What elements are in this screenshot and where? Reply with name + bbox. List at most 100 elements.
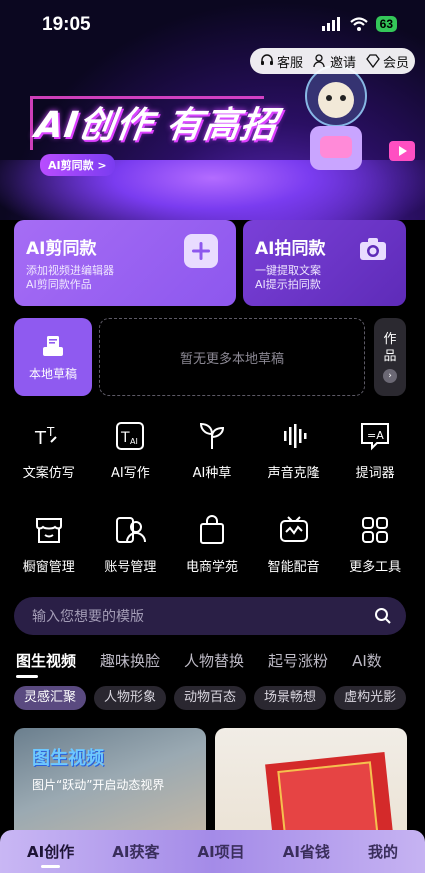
grid-more-icon — [362, 517, 389, 543]
text-rewrite-icon: TT — [34, 425, 57, 449]
works-label: 作品 — [383, 332, 397, 364]
customer-service-label: 客服 — [276, 55, 303, 71]
tab-image-to-video[interactable]: 图生视频 — [16, 650, 76, 671]
ai-writing-icon: T AI — [116, 422, 145, 450]
svg-text:T: T — [34, 428, 47, 449]
invite-button[interactable]: 邀请 — [313, 52, 356, 71]
robot-mascot-illustration — [305, 65, 367, 170]
template-search-input[interactable]: 输入您想要的模版 — [14, 597, 406, 635]
tool-label: 提词器 — [355, 466, 395, 481]
ai-cut-same-title: AI剪同款 — [26, 239, 97, 259]
tool-voice-clone[interactable]: 声音克隆 — [253, 420, 335, 481]
nav-profile[interactable]: 我的 — [368, 841, 398, 862]
draft-inbox-icon — [43, 335, 63, 356]
ai-shoot-same-line1: 一键提取文案 — [255, 264, 321, 277]
works-button[interactable]: 作品 › — [374, 318, 406, 396]
wifi-icon — [349, 17, 368, 31]
tool-grid-row-1: TT 文案仿写 T AI AI写作 AI种草 声音克隆 =A 提词器 — [8, 420, 416, 481]
tool-ecommerce-academy[interactable]: 电商学苑 — [171, 514, 253, 575]
top-action-bar: 客服 邀请 会员 — [249, 48, 415, 74]
tool-label: 账号管理 — [104, 560, 157, 575]
tab-person-replace[interactable]: 人物替换 — [184, 650, 244, 671]
customer-service-button[interactable]: 客服 — [260, 52, 303, 71]
headset-icon — [260, 54, 273, 65]
ai-cut-same-subtitle: 添加视频进编辑器 AI剪同款作品 — [26, 264, 114, 292]
tool-more-tools[interactable]: 更多工具 — [334, 514, 416, 575]
chevron-right-icon: › — [383, 369, 397, 383]
signal-icon — [321, 17, 340, 31]
tool-text-rewrite[interactable]: TT 文案仿写 — [8, 420, 90, 481]
tool-label: 文案仿写 — [22, 466, 75, 481]
tool-label: 更多工具 — [349, 560, 402, 575]
tool-teleprompter[interactable]: =A 提词器 — [334, 420, 416, 481]
filter-chips: 灵感汇聚 人物形象 动物百态 场景畅想 虚构光影 — [14, 686, 407, 710]
tool-account-manage[interactable]: 账号管理 — [90, 514, 172, 575]
diamond-icon — [366, 54, 380, 68]
svg-text:T: T — [46, 425, 55, 439]
add-button[interactable] — [184, 234, 218, 268]
tool-smart-dubbing[interactable]: 智能配音 — [253, 514, 335, 575]
member-button[interactable]: 会员 — [366, 52, 409, 71]
nav-ai-create[interactable]: AI创作 — [27, 841, 74, 868]
play-screen-icon — [389, 141, 415, 161]
chip-scenes[interactable]: 场景畅想 — [254, 686, 327, 710]
ai-shoot-same-title: AI拍同款 — [255, 239, 326, 259]
status-icons: 63 — [321, 16, 397, 32]
hero-title: AI创作 有高招 — [32, 105, 281, 146]
drafts-empty-placeholder: 暂无更多本地草稿 — [99, 318, 365, 396]
ai-shoot-same-card[interactable]: AI拍同款 一键提取文案 AI提示拍同款 — [243, 220, 406, 306]
ai-shoot-same-subtitle: 一键提取文案 AI提示拍同款 — [255, 264, 321, 292]
tool-label: 智能配音 — [267, 560, 320, 575]
shopping-bag-icon — [199, 515, 224, 544]
tool-label: AI种草 — [192, 466, 232, 481]
tool-label: 电商学苑 — [185, 560, 238, 575]
status-time: 19:05 — [42, 14, 91, 35]
svg-text:AI: AI — [130, 437, 138, 446]
ai-cut-same-line1: 添加视频进编辑器 — [26, 264, 114, 277]
user-invite-icon — [313, 54, 325, 68]
active-tab-indicator — [16, 675, 38, 678]
tool-storefront[interactable]: 橱窗管理 — [8, 514, 90, 575]
chip-animals[interactable]: 动物百态 — [174, 686, 247, 710]
plus-icon — [192, 242, 210, 260]
teleprompter-icon: =A — [361, 423, 390, 451]
tool-grid-row-2: 橱窗管理 账号管理 电商学苑 智能配音 更多工具 — [8, 514, 416, 575]
battery-icon: 63 — [375, 16, 397, 32]
nav-ai-customers[interactable]: AI获客 — [112, 841, 159, 862]
tool-ai-seeding[interactable]: AI种草 — [171, 420, 253, 481]
account-manage-icon — [116, 517, 147, 543]
chip-character[interactable]: 人物形象 — [94, 686, 167, 710]
tab-grow-followers[interactable]: 起号涨粉 — [268, 650, 328, 671]
tool-ai-writing[interactable]: T AI AI写作 — [90, 420, 172, 481]
tab-face-swap[interactable]: 趣味换脸 — [100, 650, 160, 671]
status-bar: 19:05 63 — [0, 0, 425, 48]
tool-label: 声音克隆 — [267, 466, 320, 481]
tab-ai-digital[interactable]: AI数 — [352, 650, 382, 671]
voice-clone-icon — [283, 424, 307, 448]
nav-ai-projects[interactable]: AI项目 — [197, 841, 244, 862]
search-icon[interactable] — [374, 607, 392, 625]
camera-icon[interactable] — [358, 234, 388, 264]
invite-label: 邀请 — [329, 55, 356, 71]
bottom-navigation: AI创作 AI获客 AI项目 AI省钱 我的 — [0, 830, 425, 873]
chip-inspiration[interactable]: 灵感汇聚 — [14, 686, 87, 710]
local-drafts-label: 本地草稿 — [28, 366, 77, 381]
template-card-subtitle: 图片“跃动”开启动态视界 — [32, 778, 165, 792]
ai-cut-same-card[interactable]: AI剪同款 添加视频进编辑器 AI剪同款作品 — [14, 220, 236, 306]
template-card-title: 图生视频 — [32, 748, 104, 769]
sprout-icon — [199, 422, 224, 449]
tv-voice-icon — [279, 516, 308, 542]
hero-badge[interactable]: AI剪同款 > — [40, 154, 115, 176]
tool-label: 橱窗管理 — [22, 560, 75, 575]
storefront-icon — [35, 518, 62, 543]
member-label: 会员 — [382, 55, 409, 71]
search-placeholder: 输入您想要的模版 — [32, 609, 144, 625]
nav-ai-savings[interactable]: AI省钱 — [283, 841, 330, 862]
category-tabs: 图生视频 趣味换脸 人物替换 起号涨粉 AI数 — [16, 650, 382, 671]
ai-cut-same-line2: AI剪同款作品 — [26, 278, 92, 291]
ai-shoot-same-line2: AI提示拍同款 — [255, 278, 321, 291]
svg-text:T: T — [120, 430, 130, 446]
chip-fiction-light[interactable]: 虚构光影 — [334, 686, 407, 710]
tool-label: AI写作 — [111, 466, 150, 481]
local-drafts-button[interactable]: 本地草稿 — [14, 318, 92, 396]
